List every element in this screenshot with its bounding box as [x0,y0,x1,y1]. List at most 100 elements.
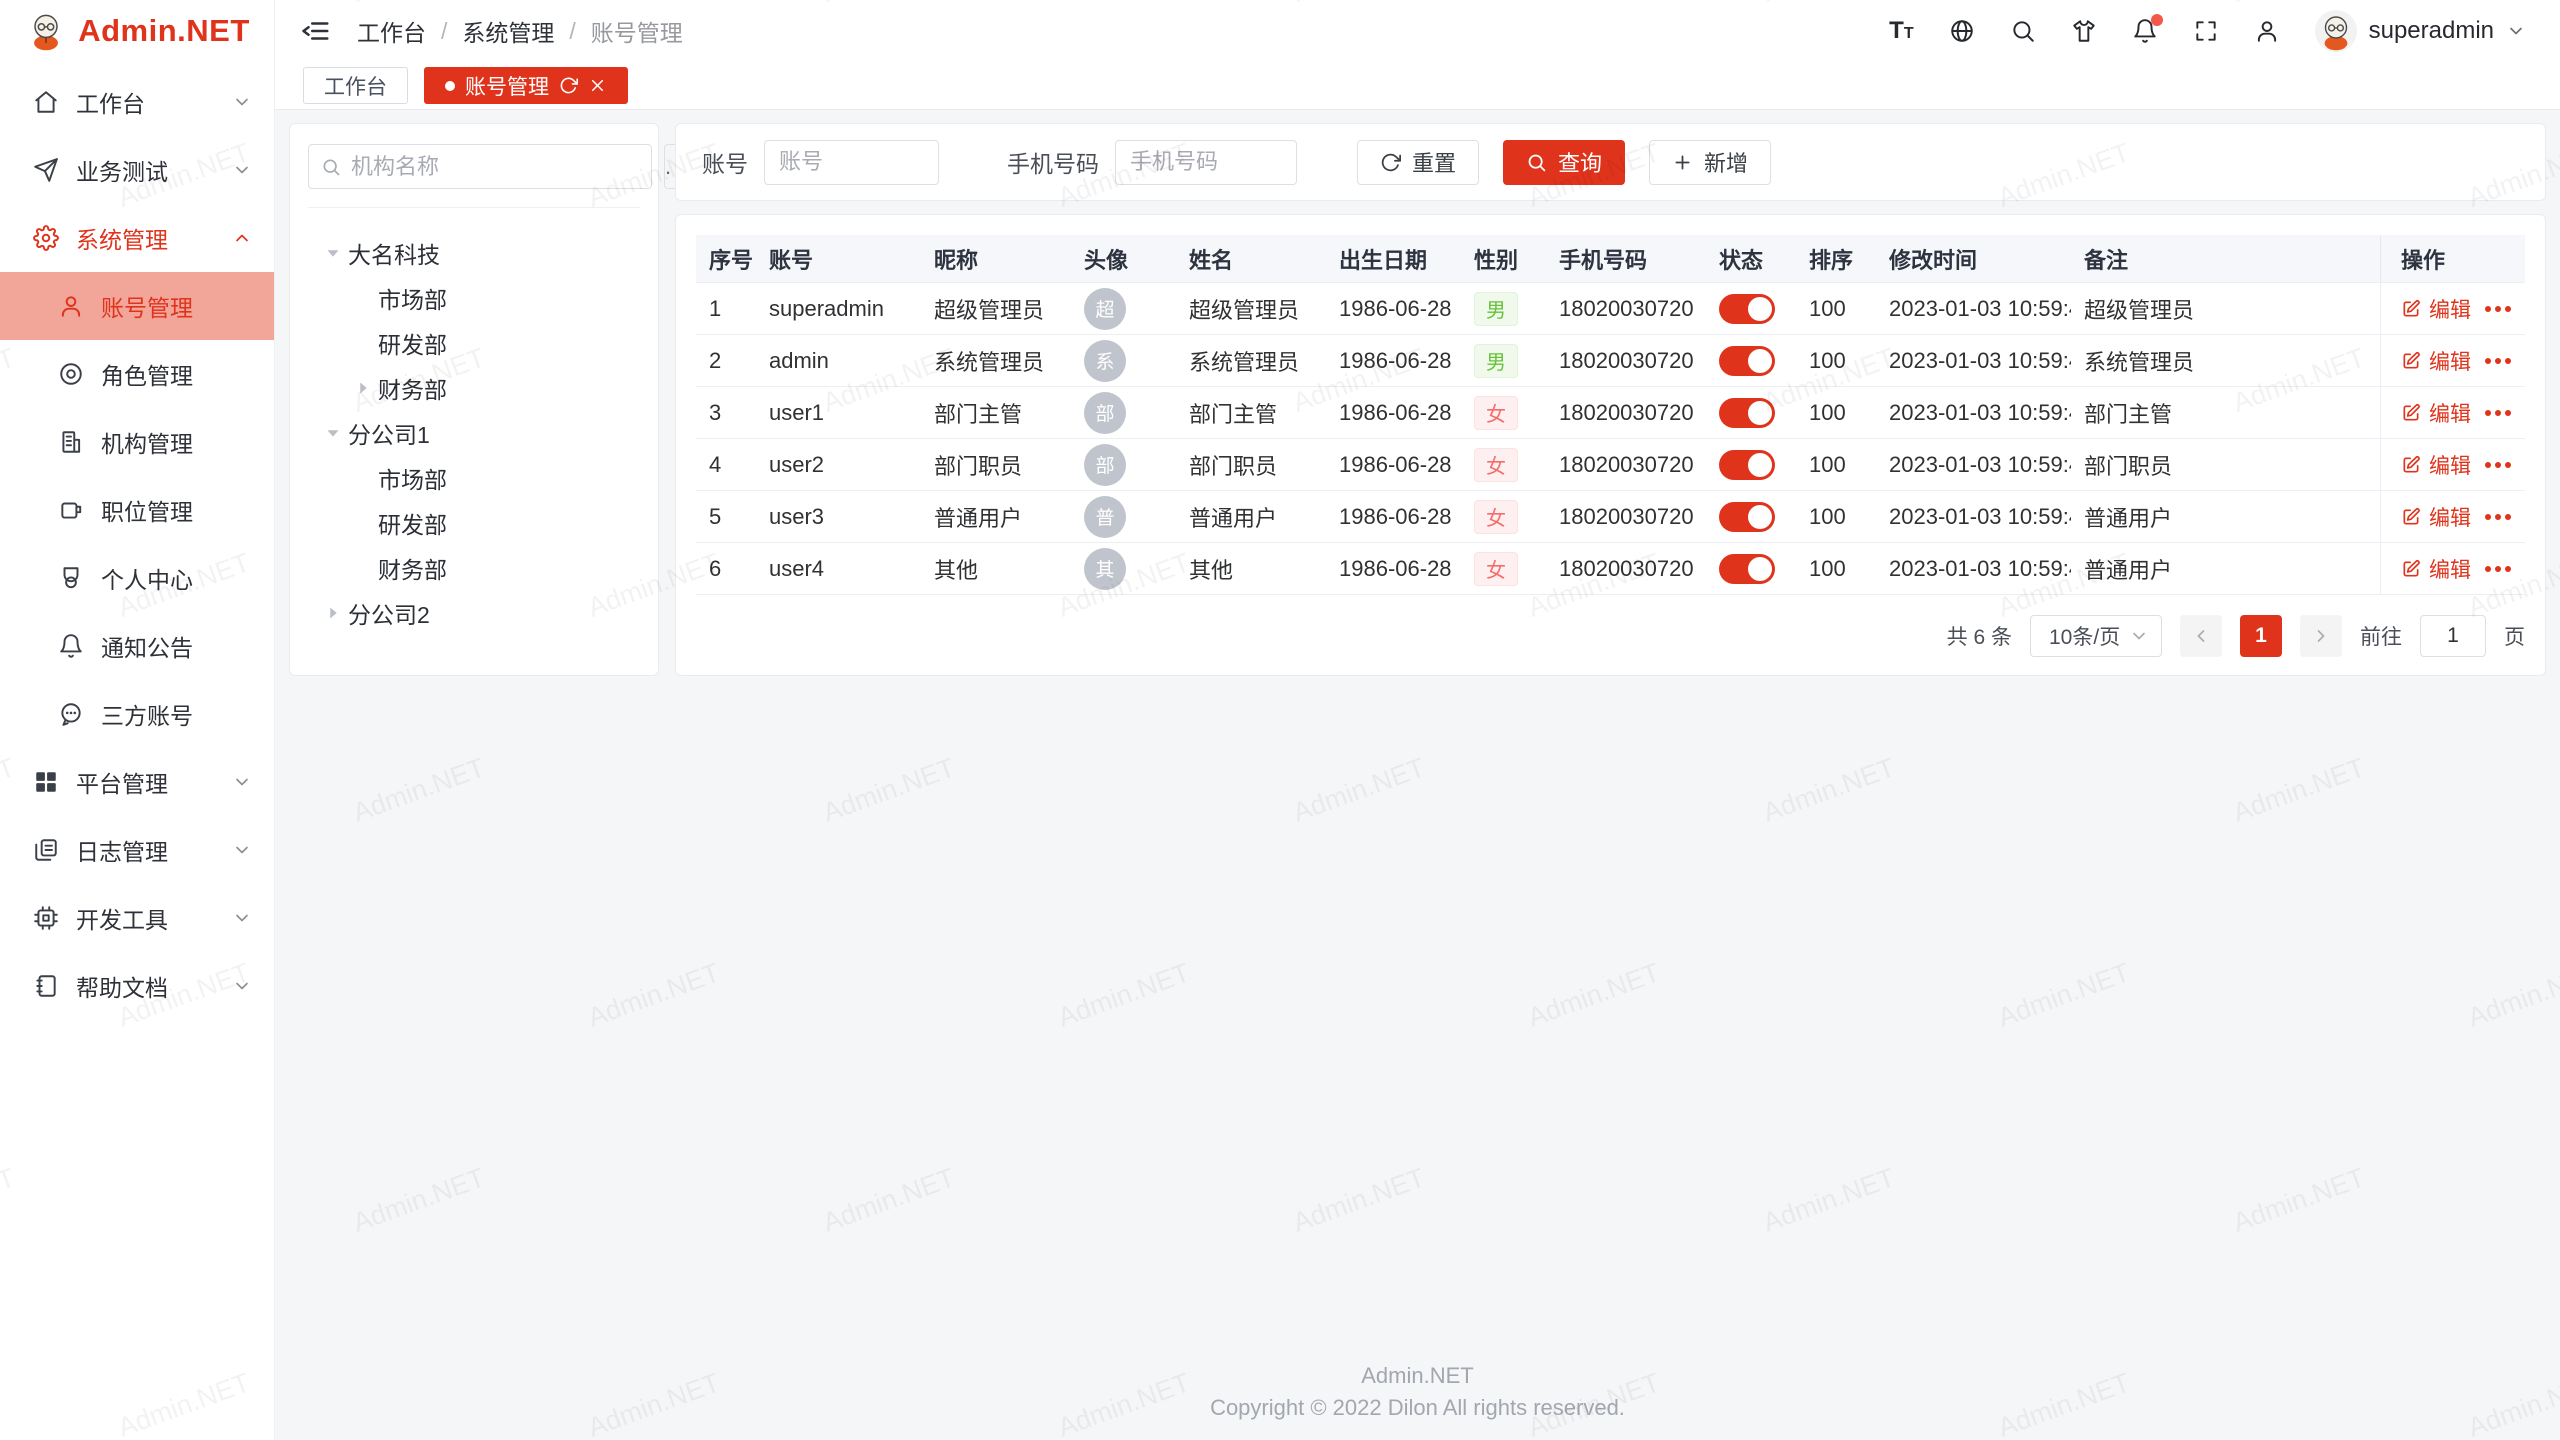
chevron-right-icon [2311,626,2331,646]
sidebar-item-workbench[interactable]: 工作台 [0,68,274,136]
status-toggle[interactable] [1719,398,1775,428]
table-row: 3 user1 部门主管 部 部门主管 1986-06-28 女 1802003… [696,387,2525,439]
active-dot-icon [445,81,455,91]
tree-node[interactable]: 分公司1 [308,410,640,455]
more-actions-button[interactable] [2485,514,2511,520]
tab-account-mgmt[interactable]: 账号管理 [424,67,628,104]
sidebar-item-account-mgmt[interactable]: 账号管理 [0,272,274,340]
sidebar-item-notice[interactable]: 通知公告 [0,612,274,680]
edit-icon [2401,559,2421,579]
gender-badge: 女 [1474,552,1518,586]
edit-button[interactable]: 编辑 [2401,450,2471,480]
fullscreen-icon[interactable] [2193,18,2219,44]
tree-node[interactable]: 研发部 [308,320,640,365]
org-search-input[interactable] [351,154,639,180]
breadcrumb-system-mgmt[interactable]: 系统管理 [462,14,554,48]
avatar: 部 [1084,444,1126,486]
goto-page-input[interactable] [2420,615,2486,657]
user-menu[interactable]: superadmin [2315,10,2526,52]
avatar [2315,10,2357,52]
close-icon[interactable] [588,76,607,95]
collapse-menu-icon[interactable] [301,16,331,46]
caret-right-icon[interactable] [322,602,344,624]
table-header-row: 序号 账号 昵称 头像 姓名 出生日期 性别 手机号码 状态 排序 修改时间 备… [696,235,2525,283]
sidebar-item-org-mgmt[interactable]: 机构管理 [0,408,274,476]
next-page-button[interactable] [2300,615,2342,657]
account-input[interactable] [764,140,939,185]
tree-node[interactable]: 研发部 [308,500,640,545]
tree-node[interactable]: 财务部 [308,545,640,590]
search-button[interactable]: 查询 [1503,140,1625,185]
tree-node[interactable]: 市场部 [308,455,640,500]
more-actions-button[interactable] [2485,306,2511,312]
table-row: 1 superadmin 超级管理员 超 超级管理员 1986-06-28 男 … [696,283,2525,335]
chevron-down-icon [232,160,252,180]
grid-icon [33,769,59,795]
notification-icon[interactable] [2132,18,2158,44]
sidebar-item-platform-mgmt[interactable]: 平台管理 [0,748,274,816]
sidebar-item-help-docs[interactable]: 帮助文档 [0,952,274,1020]
status-toggle[interactable] [1719,450,1775,480]
more-actions-button[interactable] [2485,566,2511,572]
bell-icon [58,633,84,659]
search-icon[interactable] [2010,18,2036,44]
language-icon[interactable] [1949,18,1975,44]
sidebar-item-third-party-account[interactable]: 三方账号 [0,680,274,748]
sidebar-item-system-mgmt[interactable]: 系统管理 [0,204,274,272]
gender-badge: 男 [1474,292,1518,326]
status-toggle[interactable] [1719,294,1775,324]
chevron-down-icon [2129,626,2149,646]
tree-node[interactable]: 大名科技 [308,230,640,275]
user-icon[interactable] [2254,18,2280,44]
sidebar-item-position-mgmt[interactable]: 职位管理 [0,476,274,544]
edit-button[interactable]: 编辑 [2401,502,2471,532]
sidebar-item-dev-tools[interactable]: 开发工具 [0,884,274,952]
more-actions-button[interactable] [2485,462,2511,468]
refresh-icon[interactable] [559,76,578,95]
more-actions-button[interactable] [2485,410,2511,416]
theme-icon[interactable] [2071,18,2097,44]
edit-button[interactable]: 编辑 [2401,554,2471,584]
edit-button[interactable]: 编辑 [2401,398,2471,428]
status-toggle[interactable] [1719,554,1775,584]
table-row: 4 user2 部门职员 部 部门职员 1986-06-28 女 1802003… [696,439,2525,491]
current-page-button[interactable]: 1 [2240,615,2282,657]
edit-button[interactable]: 编辑 [2401,346,2471,376]
breadcrumb: 工作台 / 系统管理 / 账号管理 [357,14,683,48]
tree-node[interactable]: 分公司2 [308,590,640,635]
tab-workbench[interactable]: 工作台 [303,67,408,104]
org-search-box[interactable] [308,144,652,189]
sidebar-item-log-mgmt[interactable]: 日志管理 [0,816,274,884]
phone-input[interactable] [1115,140,1297,185]
page-size-select[interactable]: 10条/页 [2030,615,2162,657]
caret-down-icon[interactable] [322,422,344,444]
sidebar-item-business-test[interactable]: 业务测试 [0,136,274,204]
tree-node[interactable]: 市场部 [308,275,640,320]
footer-copyright: Copyright © 2022 Dilon All rights reserv… [275,1392,2560,1424]
reset-button[interactable]: 重置 [1357,140,1479,185]
font-size-icon[interactable]: TT [1889,19,1913,43]
chevron-left-icon [2191,626,2211,646]
edit-button[interactable]: 编辑 [2401,294,2471,324]
add-button[interactable]: 新增 [1649,140,1771,185]
prev-page-button[interactable] [2180,615,2222,657]
more-actions-button[interactable] [2485,358,2511,364]
app-logo[interactable]: Admin.NET [0,0,274,62]
cpu-icon [33,905,59,931]
caret-right-icon[interactable] [352,377,374,399]
org-tree-panel: ... 大名科技 市场部 研发部 [289,123,659,676]
page-content: ... 大名科技 市场部 研发部 [275,110,2560,1440]
edit-icon [2401,351,2421,371]
org-icon [58,429,84,455]
status-toggle[interactable] [1719,346,1775,376]
sidebar-item-profile-center[interactable]: 个人中心 [0,544,274,612]
tree-node[interactable]: 财务部 [308,365,640,410]
status-toggle[interactable] [1719,502,1775,532]
sidebar-item-role-mgmt[interactable]: 角色管理 [0,340,274,408]
breadcrumb-workbench[interactable]: 工作台 [357,14,426,48]
caret-down-icon[interactable] [322,242,344,264]
filter-bar: 账号 手机号码 重置 查询 新增 [675,123,2546,201]
refresh-icon [1380,152,1401,173]
sidebar: Admin.NET 工作台 业务测试 系统管理 账号管理 角色管理 机构管理 [0,0,275,1440]
edit-icon [2401,455,2421,475]
